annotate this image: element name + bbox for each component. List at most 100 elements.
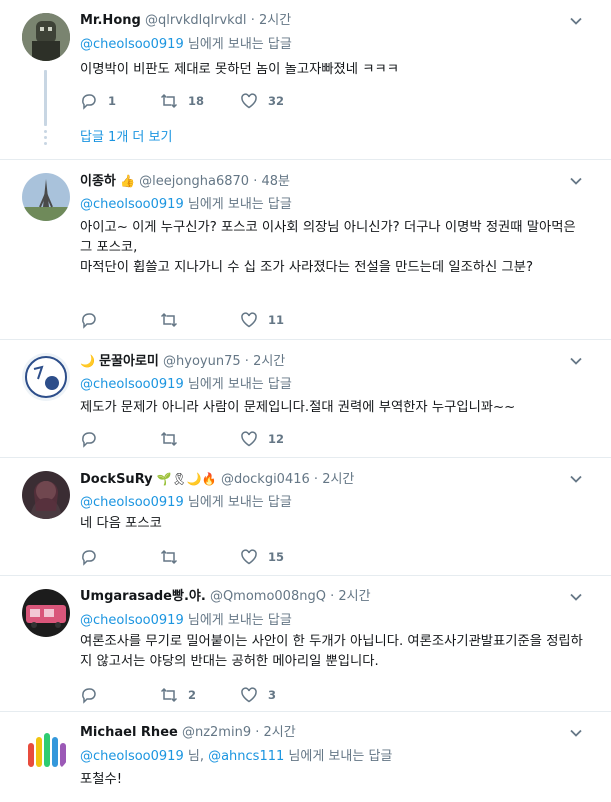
retweet-count: 2 bbox=[188, 688, 197, 702]
like-count: 15 bbox=[268, 550, 285, 564]
tweet[interactable]: 이종하 👍 @leejongha6870 · 48분 @cheolsoo0919… bbox=[0, 160, 611, 340]
reply-context: @cheolsoo0919 님에게 보내는 답글 bbox=[80, 196, 292, 214]
retweet-icon bbox=[160, 431, 178, 447]
badge-icons: 🌱🎗🌙🔥 bbox=[156, 472, 217, 486]
like-count: 32 bbox=[268, 94, 285, 108]
reply-icon bbox=[82, 550, 96, 566]
reply-context-label: 님에게 보내는 답글 bbox=[187, 377, 292, 392]
timestamp[interactable]: 2시간 bbox=[322, 472, 354, 487]
user-handle[interactable]: @nz2min9 bbox=[182, 725, 251, 740]
mention-link[interactable]: @cheolsoo0919 bbox=[80, 197, 184, 212]
chevron-down-icon[interactable] bbox=[569, 472, 583, 486]
tweet-text: 여론조사를 무기로 밀어붙이는 사안이 한 두개가 아닙니다. 여론조사기관발표… bbox=[80, 634, 583, 669]
reply-icon bbox=[82, 313, 96, 329]
user-handle[interactable]: @dockgi0416 bbox=[221, 472, 310, 487]
chevron-down-icon[interactable] bbox=[569, 14, 583, 28]
tweet[interactable]: Michael Rhee @nz2min9 · 2시간 @cheolsoo091… bbox=[0, 712, 611, 802]
mention-link[interactable]: @cheolsoo0919 bbox=[80, 495, 184, 510]
retweet-button[interactable]: 18 bbox=[160, 90, 240, 112]
like-icon bbox=[241, 549, 257, 565]
tweet-actions: 2 3 bbox=[80, 684, 320, 706]
like-count: 11 bbox=[268, 313, 285, 327]
retweet-button[interactable] bbox=[160, 546, 240, 568]
like-icon bbox=[241, 93, 257, 109]
timestamp[interactable]: 2시간 bbox=[264, 725, 296, 740]
display-name[interactable]: DockSuRy bbox=[80, 472, 153, 487]
reply-context: @cheolsoo0919 님, @ahncs111 님에게 보내는 답글 bbox=[80, 748, 392, 766]
reply-context-label: 님에게 보내는 답글 bbox=[187, 613, 292, 628]
avatar[interactable] bbox=[22, 13, 70, 61]
avatar[interactable] bbox=[22, 353, 70, 401]
thread-dot bbox=[44, 130, 47, 133]
avatar[interactable] bbox=[22, 471, 70, 519]
user-handle[interactable]: @hyoyun75 bbox=[163, 354, 241, 369]
retweet-button[interactable] bbox=[160, 309, 240, 331]
like-button[interactable]: 11 bbox=[240, 309, 320, 331]
tweet-text: 네 다음 포스코 bbox=[80, 516, 162, 531]
tweet[interactable]: 🌙 문꿀아로미 @hyoyun75 · 2시간 @cheolsoo0919 님에… bbox=[0, 340, 611, 458]
mention-link[interactable]: @cheolsoo0919 bbox=[80, 37, 184, 52]
reply-context-label: 님에게 보내는 답글 bbox=[187, 197, 292, 212]
reply-button[interactable] bbox=[80, 546, 160, 568]
reply-icon bbox=[82, 432, 96, 448]
retweet-icon bbox=[160, 549, 178, 565]
like-button[interactable]: 3 bbox=[240, 684, 320, 706]
timestamp[interactable]: 2시간 bbox=[338, 589, 370, 604]
reply-count: 1 bbox=[108, 94, 117, 108]
like-button[interactable]: 32 bbox=[240, 90, 320, 112]
timestamp[interactable]: 48분 bbox=[262, 174, 291, 189]
retweet-icon bbox=[160, 312, 178, 328]
user-handle[interactable]: @qlrvkdlqlrvkdl bbox=[145, 13, 247, 28]
tweet[interactable]: DockSuRy 🌱🎗🌙🔥 @dockgi0416 · 2시간 @cheolso… bbox=[0, 458, 611, 576]
display-name[interactable]: 문꿀아로미 bbox=[99, 354, 159, 369]
mention-link[interactable]: @cheolsoo0919 bbox=[80, 377, 184, 392]
mention-link[interactable]: @cheolsoo0919 bbox=[80, 613, 184, 628]
tweet[interactable]: Umgarasade빵.야. @Qmomo008ngQ · 2시간 @cheol… bbox=[0, 576, 611, 712]
reply-context-label: 님에게 보내는 답글 bbox=[288, 749, 393, 764]
reply-button[interactable] bbox=[80, 684, 160, 706]
reply-button[interactable] bbox=[80, 309, 160, 331]
avatar[interactable] bbox=[22, 725, 70, 773]
tweet-header: Umgarasade빵.야. @Qmomo008ngQ · 2시간 bbox=[80, 588, 571, 606]
reply-button[interactable] bbox=[80, 428, 160, 450]
display-name[interactable]: Michael Rhee bbox=[80, 725, 178, 740]
tweet-header: Michael Rhee @nz2min9 · 2시간 bbox=[80, 724, 571, 742]
mention-link[interactable]: @ahncs111 bbox=[208, 749, 284, 764]
reply-icon bbox=[82, 94, 96, 110]
user-handle[interactable]: @Qmomo008ngQ bbox=[210, 589, 326, 604]
display-name[interactable]: 이종하 bbox=[80, 174, 116, 189]
mention-link[interactable]: @cheolsoo0919 bbox=[80, 749, 184, 764]
display-name[interactable]: Umgarasade빵.야. bbox=[80, 589, 206, 604]
reply-timeline: Mr.Hong @qlrvkdlqlrvkdl · 2시간 @cheolsoo0… bbox=[0, 0, 611, 802]
tweet-text: 아이고~ 이게 누구신가? 포스코 이사회 의장님 아니신가? 더구나 이명박 … bbox=[80, 218, 591, 278]
chevron-down-icon[interactable] bbox=[569, 726, 583, 740]
chevron-down-icon[interactable] bbox=[569, 174, 583, 188]
tweet-text: 포철수! bbox=[80, 772, 123, 787]
retweet-button[interactable] bbox=[160, 428, 240, 450]
timestamp[interactable]: 2시간 bbox=[253, 354, 285, 369]
chevron-down-icon[interactable] bbox=[569, 354, 583, 368]
reply-button[interactable]: 1 bbox=[80, 90, 160, 112]
like-icon bbox=[241, 431, 257, 447]
like-button[interactable]: 15 bbox=[240, 546, 320, 568]
chevron-down-icon[interactable] bbox=[569, 590, 583, 604]
show-more-replies-link[interactable]: 답글 1개 더 보기 bbox=[80, 126, 172, 145]
tweet[interactable]: Mr.Hong @qlrvkdlqlrvkdl · 2시간 @cheolsoo0… bbox=[0, 0, 611, 160]
retweet-button[interactable]: 2 bbox=[160, 684, 240, 706]
display-name[interactable]: Mr.Hong bbox=[80, 13, 141, 28]
avatar[interactable] bbox=[22, 589, 70, 637]
reply-context: @cheolsoo0919 님에게 보내는 답글 bbox=[80, 376, 292, 394]
reply-context-label: 님에게 보내는 답글 bbox=[187, 37, 292, 52]
user-handle[interactable]: @leejongha6870 bbox=[139, 174, 249, 189]
tweet-actions: 1 18 32 bbox=[80, 90, 320, 112]
tweet-actions: 15 bbox=[80, 546, 320, 568]
retweet-icon bbox=[160, 93, 178, 109]
timestamp[interactable]: 2시간 bbox=[259, 13, 291, 28]
like-count: 12 bbox=[268, 432, 285, 446]
moon-icon: 🌙 bbox=[80, 354, 95, 368]
separator: · bbox=[253, 174, 258, 189]
tweet-header: 🌙 문꿀아로미 @hyoyun75 · 2시간 bbox=[80, 352, 571, 370]
tweet-text: 제도가 문제가 아니라 사람이 문제입니다.절대 권력에 부역한자 누구입니꽈~… bbox=[80, 400, 516, 415]
like-button[interactable]: 12 bbox=[240, 428, 320, 450]
avatar[interactable] bbox=[22, 173, 70, 221]
